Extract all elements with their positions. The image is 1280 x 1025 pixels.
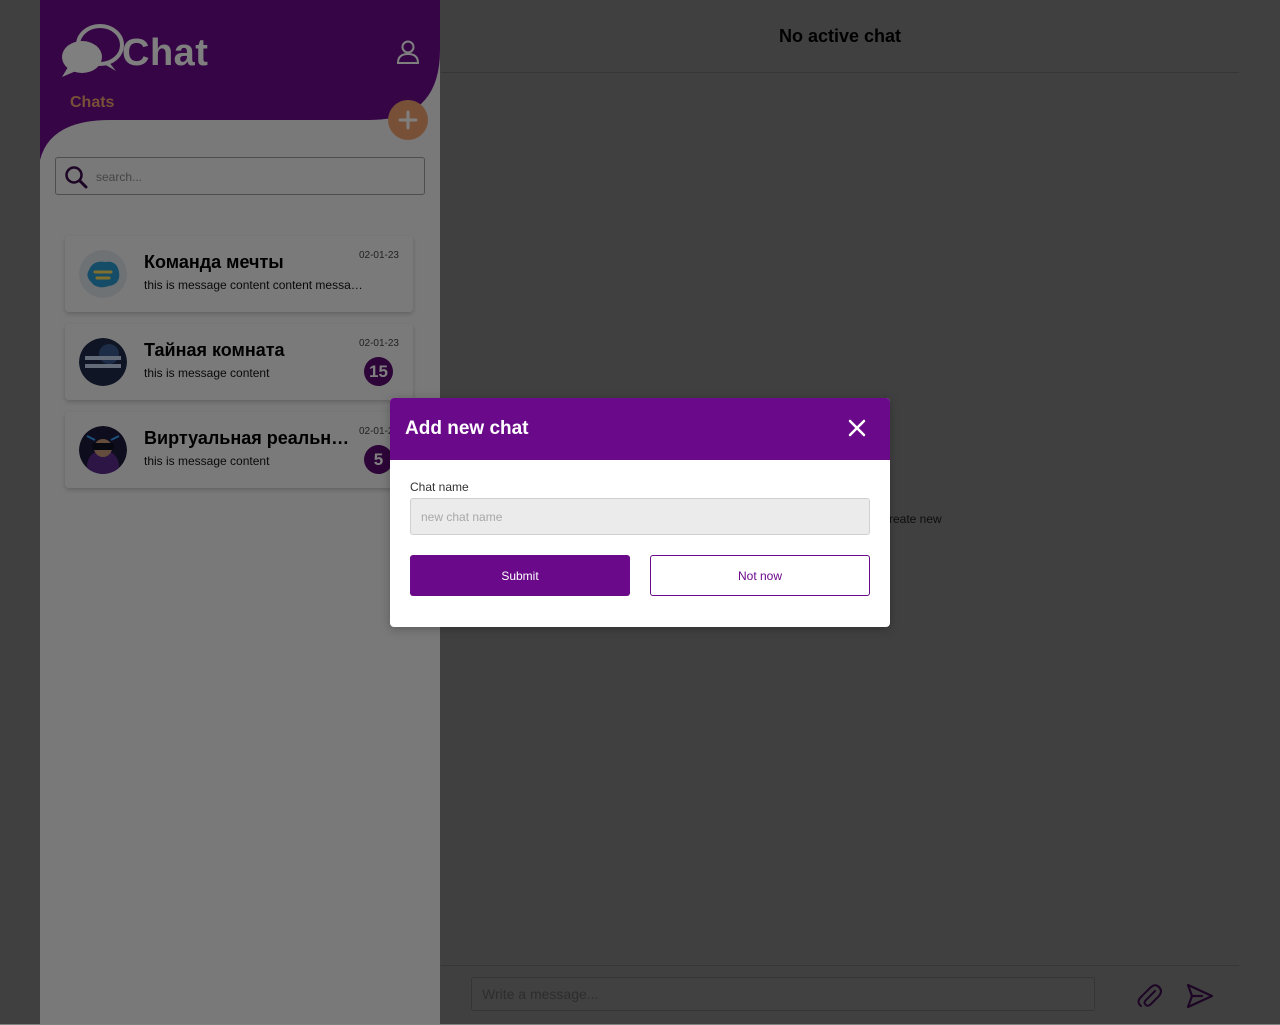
add-chat-dialog: Add new chat Chat name Submit Not now (390, 398, 890, 627)
dialog-title: Add new chat (405, 418, 529, 439)
close-button[interactable] (846, 417, 868, 439)
submit-button[interactable]: Submit (410, 555, 630, 596)
dialog-header: Add new chat (390, 398, 890, 460)
chat-name-label: Chat name (410, 480, 469, 494)
not-now-button[interactable]: Not now (650, 555, 870, 596)
close-icon (848, 419, 866, 437)
chat-name-field[interactable] (410, 498, 870, 535)
